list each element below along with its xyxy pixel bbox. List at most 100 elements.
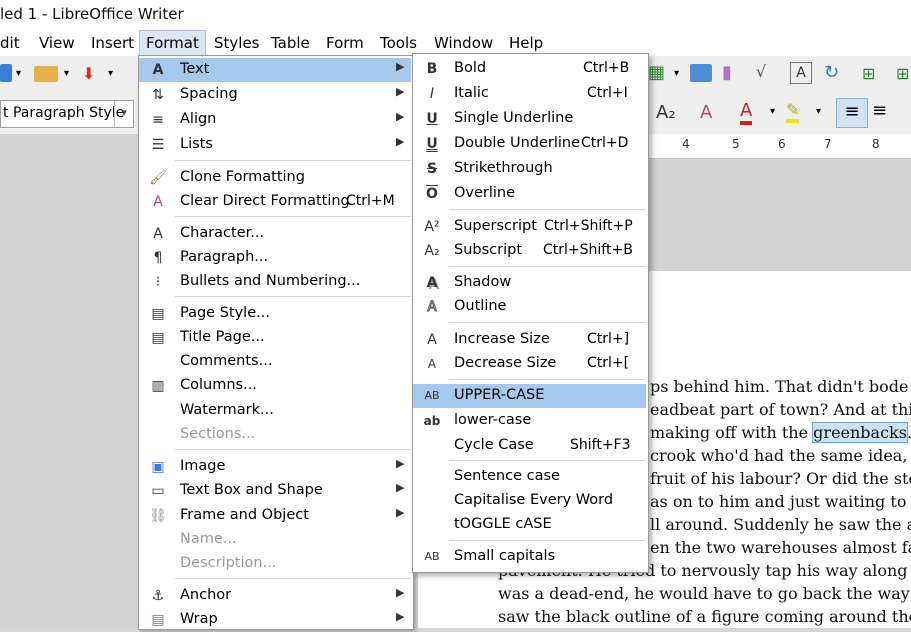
menu-insert[interactable]: Insert [91, 34, 134, 52]
menu-item-wrap[interactable]: ▤ Wrap ▶ [139, 608, 411, 632]
chevron-down-icon[interactable]: ▾ [64, 68, 69, 79]
menu-window[interactable]: Window [434, 34, 493, 52]
menu-item-anchor[interactable]: ⚓ Anchor ▶ [139, 584, 411, 608]
menu-item-paragraph[interactable]: ¶ Paragraph... [139, 246, 411, 270]
menu-view[interactable]: View [39, 34, 75, 52]
small-capitals-icon: AB [424, 550, 440, 563]
menu-item-italic[interactable]: I Italic Ctrl+I [413, 82, 646, 106]
menu-item-page-style[interactable]: ▤ Page Style... [139, 302, 411, 326]
clear-formatting-icon[interactable]: A [700, 102, 712, 123]
chevron-down-icon[interactable]: ▾ [16, 68, 21, 79]
align-center-icon[interactable]: ≡ [872, 100, 887, 121]
menu-item-frame-object[interactable]: ⛓ Frame and Object ▶ [139, 504, 411, 528]
menu-item-text[interactable]: A Text ▶ [139, 58, 411, 82]
menu-tools[interactable]: Tools [380, 34, 417, 52]
menu-separator [449, 322, 646, 323]
insert-image-icon[interactable] [690, 64, 712, 82]
menu-item-strikethrough[interactable]: S Strikethrough [413, 157, 646, 181]
spacing-icon: ⇅ [152, 87, 164, 103]
insert-row-icon[interactable]: ⊞ [862, 64, 875, 83]
left-gray-area [0, 134, 138, 628]
lowercase-icon: ab [423, 414, 441, 428]
menu-item-watermark[interactable]: Watermark... [139, 399, 411, 423]
menu-item-clone-formatting[interactable]: 🖌 Clone Formatting [139, 166, 411, 190]
insert-column-icon[interactable]: ⊞ [896, 64, 909, 83]
menu-item-toggle-case[interactable]: tOGGLE cASE [413, 513, 646, 537]
arrow-right-icon: ▶ [396, 110, 405, 123]
menu-item-upper-case[interactable]: AB UPPER-CASE [413, 384, 646, 408]
document-line: saw the black outline of a figure coming… [498, 607, 911, 626]
fontwork-icon[interactable]: A [790, 62, 812, 84]
menu-item-increase-size[interactable]: A Increase Size Ctrl+] [413, 328, 646, 352]
columns-icon: ▥ [151, 378, 165, 394]
chevron-down-icon[interactable]: ▾ [114, 101, 133, 127]
menu-item-superscript[interactable]: A² Superscript Ctrl+Shift+P [413, 215, 646, 239]
menu-item-align[interactable]: ≡ Align ▶ [139, 108, 411, 132]
title-page-icon: ▤ [151, 330, 165, 346]
menu-separator [175, 296, 411, 297]
insert-chart-icon[interactable]: ▮ [722, 62, 732, 83]
double-underline-icon: U [426, 136, 438, 152]
menu-item-small-capitals[interactable]: AB Small capitals [413, 545, 646, 569]
shadow-icon: A [426, 275, 438, 291]
menu-item-spacing[interactable]: ⇅ Spacing ▶ [139, 83, 411, 107]
ruler-number: 7 [824, 137, 832, 151]
menu-styles[interactable]: Styles [214, 34, 260, 52]
menu-edit[interactable]: dit [0, 34, 20, 52]
selected-word[interactable]: greenbacks [812, 422, 908, 443]
menu-separator [175, 449, 411, 450]
menu-item-lower-case[interactable]: ab lower-case [413, 409, 646, 433]
menu-format[interactable]: Format [139, 30, 206, 56]
menu-item-double-underline[interactable]: U Double Underline Ctrl+D [413, 132, 646, 156]
menu-item-decrease-size[interactable]: A Decrease Size Ctrl+[ [413, 352, 646, 376]
menu-item-comments[interactable]: Comments... [139, 350, 411, 374]
menu-item-image[interactable]: ▣ Image ▶ [139, 455, 411, 479]
highlight-icon[interactable]: ✎ [786, 100, 800, 123]
menu-item-outline[interactable]: A Outline [413, 295, 646, 319]
menu-item-bold[interactable]: B Bold Ctrl+B [413, 57, 646, 81]
format-menu: A Text ▶ ⇅ Spacing ▶ ≡ Align ▶ ☰ Lists ▶… [138, 55, 414, 630]
arrow-right-icon: ▶ [396, 610, 405, 623]
arrow-right-icon: ▶ [396, 135, 405, 148]
menu-item-capitalise-every-word[interactable]: Capitalise Every Word [413, 489, 646, 513]
font-color-icon[interactable]: A [740, 100, 753, 125]
menu-item-single-underline[interactable]: U Single Underline [413, 107, 646, 131]
menu-item-subscript[interactable]: A₂ Subscript Ctrl+Shift+B [413, 239, 646, 263]
menu-item-text-box-shape[interactable]: ▭ Text Box and Shape ▶ [139, 479, 411, 503]
menu-form[interactable]: Form [326, 34, 364, 52]
paragraph-style-box[interactable]: t Paragraph Style ▾ [0, 100, 134, 128]
save-icon[interactable]: ⬇ [82, 64, 95, 83]
menu-item-name: Name... [180, 531, 237, 547]
insert-table-icon[interactable]: ▦ [648, 62, 665, 83]
menu-item-overline[interactable]: O Overline [413, 182, 646, 206]
arrow-right-icon: ▶ [396, 481, 405, 494]
menu-item-lists[interactable]: ☰ Lists ▶ [139, 133, 411, 157]
menu-item-columns[interactable]: ▥ Columns... [139, 374, 411, 398]
character-icon: A [153, 226, 163, 242]
menu-item-title-page[interactable]: ▤ Title Page... [139, 326, 411, 350]
ruler: 4 5 6 7 8 [648, 134, 911, 159]
menu-item-sentence-case[interactable]: Sentence case [413, 465, 646, 489]
document-background [648, 159, 911, 271]
menu-item-clear-direct-formatting[interactable]: A Clear Direct Formatting Ctrl+M [139, 190, 411, 214]
subscript-icon[interactable]: A₂ [656, 102, 676, 123]
open-folder-icon[interactable] [34, 66, 58, 82]
menu-item-bullets-numbering[interactable]: ⁝ Bullets and Numbering... [139, 270, 411, 294]
align-icon: ≡ [152, 112, 164, 128]
menu-table[interactable]: Table [271, 34, 310, 52]
menu-item-character[interactable]: A Character... [139, 222, 411, 246]
uppercase-icon: AB [424, 389, 440, 402]
menu-item-cycle-case[interactable]: Cycle Case Shift+F3 [413, 434, 646, 458]
menu-help[interactable]: Help [509, 34, 543, 52]
new-document-icon[interactable] [0, 64, 12, 82]
menu-separator [175, 578, 411, 579]
chevron-down-icon[interactable]: ▾ [770, 106, 775, 117]
menu-item-shadow[interactable]: A Shadow [413, 271, 646, 295]
chevron-down-icon[interactable]: ▾ [674, 68, 679, 79]
insert-formula-icon[interactable]: √ [756, 62, 766, 81]
align-left-icon[interactable]: ≡ [836, 98, 868, 128]
chevron-down-icon[interactable]: ▾ [816, 106, 821, 117]
chevron-down-icon[interactable]: ▾ [108, 68, 113, 79]
refresh-icon[interactable]: ↻ [824, 62, 839, 83]
overline-icon: O [426, 186, 438, 202]
